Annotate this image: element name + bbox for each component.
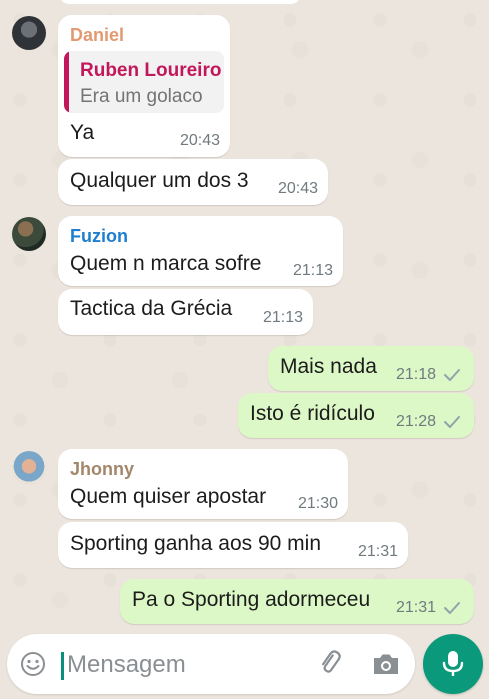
message-bubble[interactable]: Daniel Ruben Loureiro Era um golaco Ya 2…	[58, 15, 230, 157]
message-bubble[interactable]: Sporting ganha aos 90 min 21:31	[58, 522, 408, 568]
message-text: Sporting ganha aos 90 min	[70, 532, 322, 555]
message-time: 21:18	[395, 366, 436, 383]
message-time: 21:13	[262, 309, 303, 326]
message-bubble[interactable]: Jhonny Quem quiser apostar 21:30	[58, 449, 348, 519]
sent-check-icon	[444, 602, 460, 614]
avatar-daniel[interactable]	[12, 16, 46, 50]
message-composer	[7, 634, 415, 694]
message-time: 21:31	[395, 599, 436, 616]
message-text: Mais nada	[280, 355, 377, 378]
sender-name: Fuzion	[70, 226, 128, 246]
sent-check-icon	[444, 416, 460, 428]
microphone-button[interactable]	[423, 634, 483, 694]
message-bubble[interactable]: Qualquer um dos 3 20:43	[58, 159, 328, 205]
message-bubble[interactable]: Fuzion Quem n marca sofre 21:13	[58, 216, 343, 286]
message-text: Tactica da Grécia	[70, 297, 233, 320]
message-bubble[interactable]: Pa o Sporting adormeceu 21:31	[120, 579, 474, 624]
message-text: Isto é ridículo	[250, 402, 375, 425]
avatar-fuzion[interactable]	[12, 217, 46, 251]
message-time: 21:31	[357, 543, 398, 560]
sent-check-icon	[444, 369, 460, 381]
message-text: Ya	[70, 121, 95, 144]
avatar-jhonny[interactable]	[12, 451, 46, 485]
message-text: Quem quiser apostar	[70, 485, 267, 508]
microphone-icon	[442, 651, 464, 676]
sender-name: Jhonny	[70, 459, 135, 479]
camera-icon[interactable]	[371, 651, 401, 677]
quoted-text: Era um golaco	[80, 86, 203, 107]
message-time: 20:43	[179, 132, 220, 149]
message-bubble[interactable]: Isto é ridículo 21:28	[238, 393, 474, 438]
message-time: 21:28	[395, 413, 436, 430]
message-text: Pa o Sporting adormeceu	[132, 588, 371, 611]
text-caret	[61, 652, 64, 680]
sender-name: Daniel	[70, 25, 125, 45]
message-bubble[interactable]: Mais nada 21:18	[268, 346, 474, 391]
reply-quote[interactable]: Ruben Loureiro Era um golaco	[64, 51, 224, 113]
message-time: 20:43	[277, 180, 318, 197]
quote-accent-bar	[64, 51, 69, 113]
emoji-icon[interactable]	[20, 651, 46, 677]
previous-message-bubble	[60, 0, 300, 4]
message-time: 21:30	[297, 495, 338, 512]
message-bubble[interactable]: Tactica da Grécia 21:13	[58, 289, 313, 335]
message-text: Qualquer um dos 3	[70, 169, 249, 192]
message-text: Quem n marca sofre	[70, 252, 262, 275]
message-input[interactable]	[67, 648, 297, 682]
chat-area: Daniel Ruben Loureiro Era um golaco Ya 2…	[0, 0, 489, 630]
quoted-sender: Ruben Loureiro	[80, 60, 222, 81]
message-time: 21:13	[292, 262, 333, 279]
paperclip-icon[interactable]	[315, 648, 345, 678]
